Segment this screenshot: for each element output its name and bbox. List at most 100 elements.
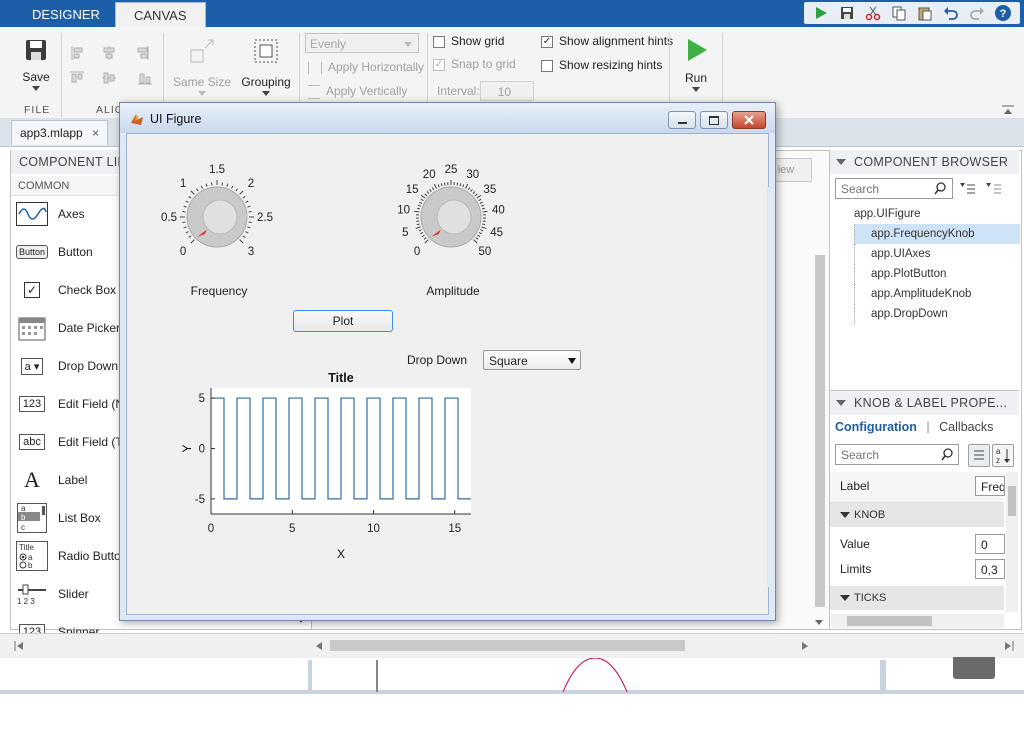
component-item-label: Date Picker [58,321,121,335]
tab-canvas[interactable]: CANVAS [115,2,206,28]
properties-vertical-scrollbar[interactable] [1006,472,1018,612]
tab-callbacks[interactable]: Callbacks [939,420,993,434]
svg-text:a: a [996,447,1001,456]
doc-tab-app3[interactable]: app3.mlapp × [11,120,109,145]
component-item-button[interactable]: Button Button [15,234,93,270]
close-icon[interactable]: × [92,126,99,140]
component-item-edit-field-n[interactable]: 123 Edit Field (N [16,386,124,422]
component-browser-header[interactable]: COMPONENT BROWSER [830,150,1019,174]
show-alignment-hints-checkbox[interactable]: ✓ Show alignment hints [541,34,673,48]
knob-tick [247,226,251,229]
undo-icon[interactable] [940,3,962,23]
close-button[interactable] [732,111,766,129]
component-item-label: Axes [58,207,85,221]
knob-tick [472,191,476,195]
copy-icon[interactable] [888,3,910,23]
list-view-icon[interactable] [986,182,1002,196]
slider-icon: 1 2 3 [16,582,48,606]
tree-item-frequencyknob[interactable]: app.FrequencyKnob [854,224,1020,244]
interval-spinner[interactable]: 10 [480,81,534,101]
plot-button[interactable]: Plot [293,310,393,332]
apply-vertically-button[interactable]: Apply Vertically [308,84,407,99]
grouping-button[interactable]: Grouping [238,36,294,96]
show-grid-checkbox[interactable]: Show grid [433,34,504,48]
knob-tick [474,193,478,197]
limits-property-field[interactable]: 0,3 [975,559,1005,579]
knob-tick-label: 1 [180,178,186,190]
scroll-first-icon[interactable] [14,640,24,651]
tree-item-amplitudeknob[interactable]: app.AmplitudeKnob [854,284,1020,304]
matlab-icon [131,114,143,125]
component-item-list-box[interactable]: a b c List Box [16,500,101,536]
component-item-check-box[interactable]: ✓ Check Box [16,272,116,308]
properties-search[interactable] [835,444,959,465]
tree-item-uifigure[interactable]: app.UIFigure [846,204,1020,224]
dropdown-value: Square [489,354,528,368]
scroll-left-icon[interactable] [314,640,324,650]
help-icon[interactable]: ? [992,3,1014,23]
scroll-last-icon[interactable] [1004,640,1014,651]
value-property-field[interactable]: 0 [975,534,1005,554]
component-item-axes[interactable]: Axes [16,196,85,232]
tab-designer[interactable]: DESIGNER [14,2,118,27]
dropdown[interactable]: Square [483,350,581,370]
knob-tick [245,200,249,203]
same-size-icon [190,39,214,63]
maximize-button[interactable] [700,111,728,129]
chevron-down-icon [568,358,576,364]
tree-item-plotbutton[interactable]: app.PlotButton [854,264,1020,284]
collapse-icon [836,159,846,166]
properties-header[interactable]: KNOB & LABEL PROPE... [830,390,1019,415]
canvas-vertical-scrollbar[interactable] [815,255,825,607]
ui-axes[interactable]: Title 0 5 10 15 -5 0 5 X Y [175,368,485,558]
ui-figure-window[interactable]: UI Figure 0 0.5 1 1.5 2 2.5 3 Frequency 0 5 10 15… [119,102,776,621]
component-item-radio-butto[interactable]: Title a b Radio Butto [16,538,121,574]
tab-configuration[interactable]: Configuration [835,420,917,434]
properties-horizontal-scrollbar[interactable] [831,614,1004,628]
tree-item-dropdown[interactable]: app.DropDown [854,304,1020,324]
knob-tick [443,182,446,186]
knob-tick-label: 35 [483,184,496,196]
tree-view-icon[interactable] [960,182,976,196]
redo-icon[interactable] [966,3,988,23]
run-icon[interactable] [810,3,832,23]
section-knob[interactable]: KNOB [830,503,1004,527]
run-button[interactable]: Run [676,36,716,92]
apply-vertically-label: Apply Vertically [326,84,408,98]
interval-label: Interval: [437,84,480,98]
knob-tick [424,193,428,197]
component-item-drop-down[interactable]: a ▾ Drop Down [16,348,118,384]
label-property-field[interactable]: Freq [975,476,1005,496]
same-size-button[interactable]: Same Size [172,36,232,96]
sort-az-icon[interactable]: az [992,444,1014,467]
apply-horizontally-button[interactable]: Apply Horizontally [308,60,424,74]
knob-tick [239,190,244,195]
section-ticks[interactable]: TICKS [830,586,1004,610]
cut-icon[interactable] [862,3,884,23]
paste-icon[interactable] [914,3,936,23]
save-icon[interactable] [836,3,858,23]
component-item-slider[interactable]: 1 2 3 Slider [16,576,89,612]
distribute-dropdown[interactable]: Evenly [305,33,419,53]
canvas-horizontal-scrollbar[interactable] [330,640,685,651]
show-resizing-hints-checkbox[interactable]: Show resizing hints [541,58,662,72]
component-item-label: Radio Butto [58,549,121,563]
knob-tick [426,191,430,195]
collapse-ribbon-icon[interactable] [1002,104,1014,114]
component-browser-search[interactable] [835,178,953,199]
save-button[interactable]: Save [18,38,54,91]
frequency-knob[interactable]: 0 0.5 1 1.5 2 2.5 3 [147,159,287,269]
scroll-down-arrow-icon[interactable] [815,620,823,625]
minimize-button[interactable] [668,111,696,129]
scroll-right-icon[interactable] [800,640,810,650]
component-item-edit-field-t[interactable]: abc Edit Field (T [16,424,123,460]
snap-to-grid-checkbox[interactable]: ✓ Snap to grid [433,57,516,71]
knob-tick [467,187,471,191]
amplitude-knob[interactable]: 05 10 15 20 25 30 35 40 45 50 [381,159,521,269]
component-item-date-picker[interactable]: Date Picker [16,310,120,346]
component-item-label[interactable]: A Label [16,462,87,498]
dropdown-label: Drop Down [407,353,468,367]
tree-item-uiaxes[interactable]: app.UIAxes [854,244,1020,264]
group-view-icon[interactable] [968,444,990,467]
ui-figure-titlebar[interactable]: UI Figure [120,103,775,133]
